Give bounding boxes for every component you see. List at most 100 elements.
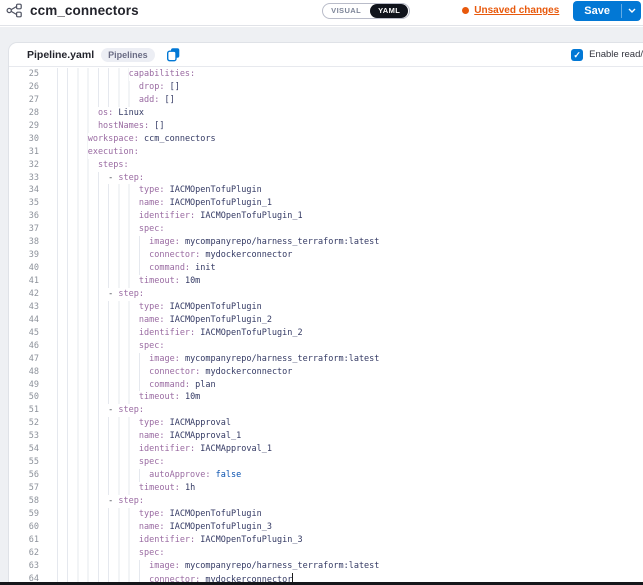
code-line[interactable]: 61identifier: IACMOpenTofuPlugin_3 [9, 534, 643, 547]
line-number: 36 [9, 210, 39, 223]
code-line[interactable]: 45identifier: IACMOpenTofuPlugin_2 [9, 327, 643, 340]
line-number: 59 [9, 508, 39, 521]
code-line[interactable]: 62spec: [9, 547, 643, 560]
code-line[interactable]: 51- step: [9, 404, 643, 417]
code-line[interactable]: 50timeout: 10m [9, 391, 643, 404]
indent-guides [57, 81, 139, 94]
unsaved-changes-link[interactable]: Unsaved changes [474, 5, 559, 16]
code-text: - step: [39, 172, 643, 185]
indent-guides [57, 301, 139, 314]
code-line[interactable]: 30workspace: ccm_connectors [9, 133, 643, 146]
yaml-toggle-button[interactable]: YAML [370, 4, 408, 18]
code-line[interactable]: 59type: IACMOpenTofuPlugin [9, 508, 643, 521]
code-text: timeout: 10m [39, 391, 643, 404]
code-line[interactable]: 55spec: [9, 456, 643, 469]
page-title: ccm_connectors [30, 3, 322, 18]
code-text: spec: [39, 223, 643, 236]
code-line[interactable]: 26drop: [] [9, 81, 643, 94]
code-line[interactable]: 48connector: mydockerconnector [9, 366, 643, 379]
code-line[interactable]: 36identifier: IACMOpenTofuPlugin_1 [9, 210, 643, 223]
code-line[interactable]: 58- step: [9, 495, 643, 508]
code-line[interactable]: 42- step: [9, 288, 643, 301]
code-line[interactable]: 27add: [] [9, 94, 643, 107]
code-text: add: [] [39, 94, 643, 107]
code-line[interactable]: 25capabilities: [9, 68, 643, 81]
app-root: ccm_connectors VISUAL YAML Unsaved chang… [0, 0, 643, 585]
enable-readonly-control[interactable]: ✓ Enable read/ [571, 49, 643, 61]
code-line[interactable]: 28os: Linux [9, 107, 643, 120]
copy-icon[interactable] [166, 47, 181, 62]
line-number: 48 [9, 366, 39, 379]
code-line[interactable]: 40command: init [9, 262, 643, 275]
indent-guides [57, 184, 139, 197]
indent-guides [57, 353, 149, 366]
line-number: 63 [9, 560, 39, 573]
line-number: 26 [9, 81, 39, 94]
line-number: 57 [9, 482, 39, 495]
code-line[interactable]: 34type: IACMOpenTofuPlugin [9, 184, 643, 197]
line-number: 31 [9, 146, 39, 159]
indent-guides [57, 94, 139, 107]
code-text: type: IACMOpenTofuPlugin [39, 184, 643, 197]
code-line[interactable]: 57timeout: 1h [9, 482, 643, 495]
code-line[interactable]: 43type: IACMOpenTofuPlugin [9, 301, 643, 314]
code-text: autoApprove: false [39, 469, 643, 482]
line-number: 27 [9, 94, 39, 107]
file-name: Pipeline.yaml [27, 49, 94, 61]
enable-readonly-label: Enable read/ [589, 49, 643, 60]
code-line[interactable]: 39connector: mydockerconnector [9, 249, 643, 262]
code-line[interactable]: 33- step: [9, 172, 643, 185]
code-line[interactable]: 41timeout: 10m [9, 275, 643, 288]
code-text: identifier: IACMOpenTofuPlugin_1 [39, 210, 643, 223]
code-text: spec: [39, 340, 643, 353]
code-line[interactable]: 46spec: [9, 340, 643, 353]
line-number: 35 [9, 197, 39, 210]
indent-guides [57, 560, 149, 573]
line-number: 33 [9, 172, 39, 185]
code-line[interactable]: 60name: IACMOpenTofuPlugin_3 [9, 521, 643, 534]
code-text: image: mycompanyrepo/harness_terraform:l… [39, 560, 643, 573]
indent-guides [57, 534, 139, 547]
indent-guides [57, 197, 139, 210]
editor-tab-bar: Pipeline.yaml Pipelines ✓ Enable read/ [9, 43, 643, 67]
code-line[interactable]: 44name: IACMOpenTofuPlugin_2 [9, 314, 643, 327]
code-line[interactable]: 29hostNames: [] [9, 120, 643, 133]
line-number: 55 [9, 456, 39, 469]
indent-guides [57, 223, 139, 236]
code-text: capabilities: [39, 68, 643, 81]
pipeline-graph-icon [6, 3, 23, 18]
indent-guides [57, 417, 139, 430]
line-number: 54 [9, 443, 39, 456]
code-line[interactable]: 56autoApprove: false [9, 469, 643, 482]
indent-guides [57, 456, 139, 469]
yaml-editor[interactable]: 25capabilities:26drop: []27add: []28os: … [9, 67, 643, 585]
code-line[interactable]: 31execution: [9, 146, 643, 159]
code-line[interactable]: 32steps: [9, 159, 643, 172]
code-line[interactable]: 63image: mycompanyrepo/harness_terraform… [9, 560, 643, 573]
save-options-button[interactable] [622, 1, 641, 21]
yaml-editor-lines: 25capabilities:26drop: []27add: []28os: … [9, 68, 643, 585]
code-text: - step: [39, 404, 643, 417]
line-number: 58 [9, 495, 39, 508]
code-line[interactable]: 38image: mycompanyrepo/harness_terraform… [9, 236, 643, 249]
code-line[interactable]: 37spec: [9, 223, 643, 236]
code-line[interactable]: 49command: plan [9, 379, 643, 392]
save-button[interactable]: Save [573, 1, 621, 21]
visual-toggle-button[interactable]: VISUAL [323, 4, 369, 18]
pipelines-badge: Pipelines [101, 48, 155, 62]
line-number: 56 [9, 469, 39, 482]
code-line[interactable]: 35name: IACMOpenTofuPlugin_1 [9, 197, 643, 210]
unsaved-dot-icon [462, 7, 469, 14]
code-text: identifier: IACMOpenTofuPlugin_3 [39, 534, 643, 547]
line-number: 37 [9, 223, 39, 236]
indent-guides [57, 482, 139, 495]
checkbox-checked-icon[interactable]: ✓ [571, 49, 583, 61]
code-line[interactable]: 52type: IACMApproval [9, 417, 643, 430]
indent-guides [57, 430, 139, 443]
code-line[interactable]: 53name: IACMApproval_1 [9, 430, 643, 443]
code-line[interactable]: 47image: mycompanyrepo/harness_terraform… [9, 353, 643, 366]
code-line[interactable]: 54identifier: IACMApproval_1 [9, 443, 643, 456]
line-number: 46 [9, 340, 39, 353]
code-text: identifier: IACMOpenTofuPlugin_2 [39, 327, 643, 340]
indent-guides [57, 495, 108, 508]
